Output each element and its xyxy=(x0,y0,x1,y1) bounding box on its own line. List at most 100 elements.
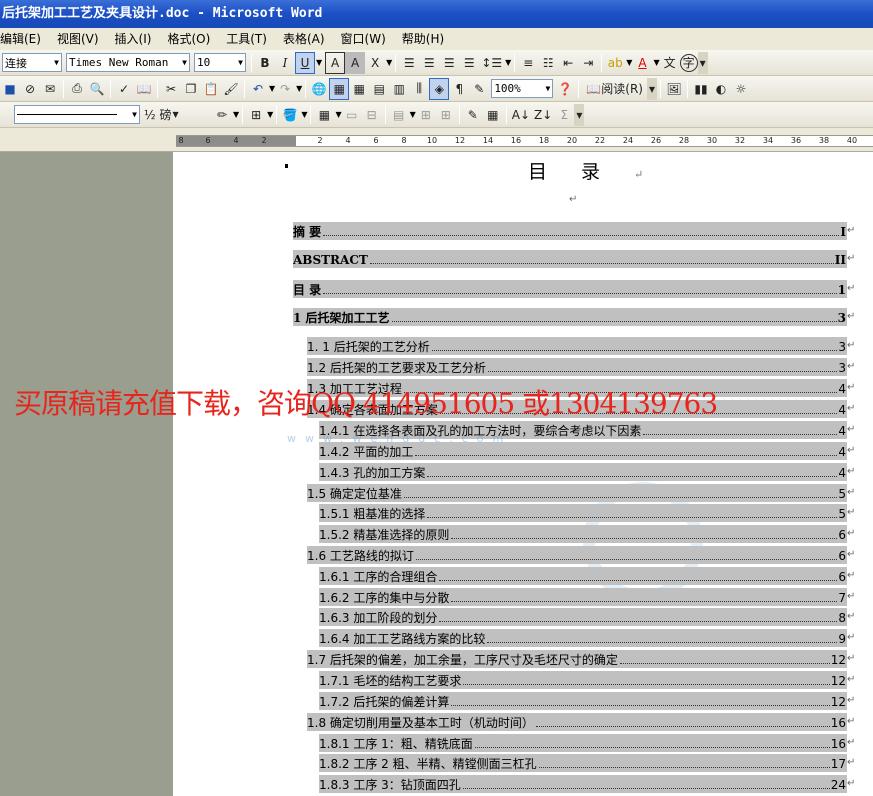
sort-descending-icon[interactable]: Z↓ xyxy=(532,104,554,126)
border-color-icon[interactable]: ✏ xyxy=(212,104,232,126)
char-shading-button[interactable]: A xyxy=(345,51,366,74)
insert-table-icon[interactable]: ▦ xyxy=(349,78,369,100)
borders-icon[interactable]: ⊞ xyxy=(246,104,266,126)
phonetic-icon[interactable]: 文 xyxy=(660,52,680,74)
toc-entry[interactable]: 目 录 1 ↵ xyxy=(293,280,856,298)
permission-icon[interactable]: ⊘ xyxy=(20,78,40,100)
columns-icon[interactable]: ▥ xyxy=(389,78,409,100)
insert-excel-icon[interactable]: ▤ xyxy=(369,78,389,100)
help-icon[interactable]: ❓ xyxy=(555,78,575,100)
toc-entry[interactable]: ABSTRACT II ↵ xyxy=(293,250,856,268)
style-select[interactable]: 连接 ▼ xyxy=(2,53,62,72)
drawing-icon[interactable]: ⫼ xyxy=(409,78,429,100)
insert-table-icon[interactable]: ▦ xyxy=(314,104,334,126)
autosum-icon[interactable]: Σ xyxy=(554,104,574,126)
print-preview-icon[interactable]: 🔍 xyxy=(87,78,107,100)
distribute-rows-icon[interactable]: ⊞ xyxy=(416,104,436,126)
cut-icon[interactable]: ✂ xyxy=(161,78,181,100)
menu-item[interactable]: 窗口(W) xyxy=(333,29,394,49)
toc-entry[interactable]: 1.6 工艺路线的拟订 6 ↵ xyxy=(307,546,856,564)
bullet-list-icon[interactable]: ☷ xyxy=(538,52,558,74)
text-direction-icon[interactable]: ▦ xyxy=(483,104,503,126)
toc-entry[interactable]: 1. 1 后托架的工艺分析 3 ↵ xyxy=(307,337,856,355)
format-painter-icon[interactable]: 🖌 xyxy=(221,78,241,100)
increase-indent-icon[interactable]: ⇥ xyxy=(578,52,598,74)
paste-icon[interactable]: 📋 xyxy=(201,78,221,100)
toc-entry[interactable]: 1 后托架加工工艺 3 ↵ xyxy=(293,308,856,326)
print-icon[interactable]: ⎙ xyxy=(67,78,87,100)
picture-icon[interactable]: 🖼 xyxy=(664,78,684,100)
chevron-down-icon[interactable]: ▼ xyxy=(505,58,511,67)
save-icon[interactable]: ■ xyxy=(0,78,20,100)
chevron-down-icon[interactable]: ▼ xyxy=(233,110,239,119)
ink-icon[interactable]: ✎ xyxy=(469,78,489,100)
font-color-icon[interactable]: A xyxy=(632,52,652,74)
line-weight-select[interactable]: ½ 磅 ▼ xyxy=(142,104,212,126)
toc-entry[interactable]: 摘 要 I ↵ xyxy=(293,222,856,240)
toc-entry[interactable]: 1.5.2 精基准选择的原则 6 ↵ xyxy=(319,525,856,543)
decrease-indent-icon[interactable]: ⇤ xyxy=(558,52,578,74)
shading-icon[interactable]: 🪣 xyxy=(280,104,300,126)
chevron-down-icon[interactable]: ▼ xyxy=(267,110,273,119)
toolbar-options-icon[interactable]: ▾ xyxy=(646,77,657,100)
menu-item[interactable]: 工具(T) xyxy=(218,29,275,49)
chevron-down-icon[interactable]: ▼ xyxy=(386,58,392,67)
copy-icon[interactable]: ❐ xyxy=(181,78,201,100)
char-scale-button[interactable]: X xyxy=(365,52,385,74)
toc-entry[interactable]: 1.7 后托架的偏差，加工余量，工序尺寸及毛坯尺寸的确定 12 ↵ xyxy=(307,650,856,668)
enclose-char-icon[interactable]: 字 xyxy=(679,53,698,72)
toc-entry[interactable]: 1.4.3 孔的加工方案 4 ↵ xyxy=(319,463,856,481)
font-select[interactable]: Times New Roman ▼ xyxy=(66,53,190,72)
sun-icon[interactable]: ☼ xyxy=(731,78,751,100)
show-hide-icon[interactable]: ¶ xyxy=(449,78,469,100)
bold-button[interactable]: B xyxy=(255,52,275,74)
menu-item[interactable]: 编辑(E) xyxy=(0,29,49,49)
chevron-down-icon[interactable]: ▼ xyxy=(296,84,302,93)
chevron-down-icon[interactable]: ▼ xyxy=(301,110,307,119)
toc-entry[interactable]: 1.6.1 工序的合理组合 6 ↵ xyxy=(319,567,856,585)
toc-entry[interactable]: 1.7.1 毛坯的结构工艺要求 12 ↵ xyxy=(319,671,856,689)
toc-entry[interactable]: 1.5 确定定位基准 5 ↵ xyxy=(307,484,856,502)
chevron-down-icon[interactable]: ▼ xyxy=(316,58,322,67)
split-cells-icon[interactable]: ⊟ xyxy=(362,104,382,126)
tables-borders-icon[interactable]: ▦ xyxy=(329,77,350,100)
underline-button[interactable]: U xyxy=(295,51,315,74)
menu-item[interactable]: 格式(O) xyxy=(159,29,218,49)
toc-entry[interactable]: 1.2 后托架的工艺要求及工艺分析 3 ↵ xyxy=(307,358,856,376)
toc-entry[interactable]: 1.6.4 加工工艺路线方案的比较 9 ↵ xyxy=(319,629,856,647)
horizontal-ruler[interactable]: 8 6 4 2 2 4 6 8 10 12 14 16 18 20 22 24 26 28 30 32 34 36 38 40 xyxy=(0,128,873,152)
highlight-icon[interactable]: ab xyxy=(605,52,625,74)
merge-cells-icon[interactable]: ▭ xyxy=(342,104,362,126)
toc-entry[interactable]: 1.8.3 工序 3：钻顶面四孔 24 ↵ xyxy=(319,775,856,793)
split-icon[interactable]: ▮▮ xyxy=(691,78,711,100)
toc-entry[interactable]: 1.6.3 加工阶段的划分 8 ↵ xyxy=(319,608,856,626)
autoformat-icon[interactable]: ✎ xyxy=(463,104,483,126)
menu-item[interactable]: 表格(A) xyxy=(275,29,333,49)
align-left-icon[interactable]: ☰ xyxy=(399,52,419,74)
email-icon[interactable]: ✉ xyxy=(40,78,60,100)
char-border-button[interactable]: A xyxy=(325,51,346,74)
distribute-cols-icon[interactable]: ⊞ xyxy=(436,104,456,126)
toc-entry[interactable]: 1.6.2 工序的集中与分散 7 ↵ xyxy=(319,588,856,606)
toc-entry[interactable]: 1.5.1 粗基准的选择 5 ↵ xyxy=(319,504,856,522)
light-icon[interactable]: ◐ xyxy=(711,78,731,100)
toc-entry[interactable]: 1.7.2 后托架的偏差计算 12 ↵ xyxy=(319,692,856,710)
read-mode-button[interactable]: 📖 阅读(R) xyxy=(582,78,647,100)
hyperlink-icon[interactable]: 🌐 xyxy=(309,78,329,100)
document-page[interactable]: 目录↵ ↵ 摘 要 I ↵ ABSTRACT II ↵ 目 录 1 ↵ 1 后托架加工工艺 3 ↵ 1.… xyxy=(173,152,873,796)
spelling-icon[interactable]: ✓ xyxy=(114,78,134,100)
menu-item[interactable]: 视图(V) xyxy=(49,29,107,49)
research-icon[interactable]: 📖 xyxy=(134,78,154,100)
redo-icon[interactable]: ↷ xyxy=(275,78,295,100)
numbered-list-icon[interactable]: ≡ xyxy=(518,52,538,74)
align-right-icon[interactable]: ☰ xyxy=(439,52,459,74)
menu-item[interactable]: 帮助(H) xyxy=(394,29,452,49)
font-size-select[interactable]: 10 ▼ xyxy=(194,53,246,72)
line-style-select[interactable]: ▼ xyxy=(14,105,140,124)
sort-ascending-icon[interactable]: A↓ xyxy=(510,104,532,126)
align-cell-icon[interactable]: ▤ xyxy=(389,104,409,126)
undo-icon[interactable]: ↶ xyxy=(248,78,268,100)
toc-entry[interactable]: 1.8 确定切削用量及基本工时（机动时间） 16 ↵ xyxy=(307,713,856,731)
toc-entry[interactable]: 1.8.1 工序 1：粗、精铣底面 16 ↵ xyxy=(319,734,856,752)
toc-entry[interactable]: 1.8.2 工序 2 粗、半精、精镗侧面三杠孔 17 ↵ xyxy=(319,754,856,772)
